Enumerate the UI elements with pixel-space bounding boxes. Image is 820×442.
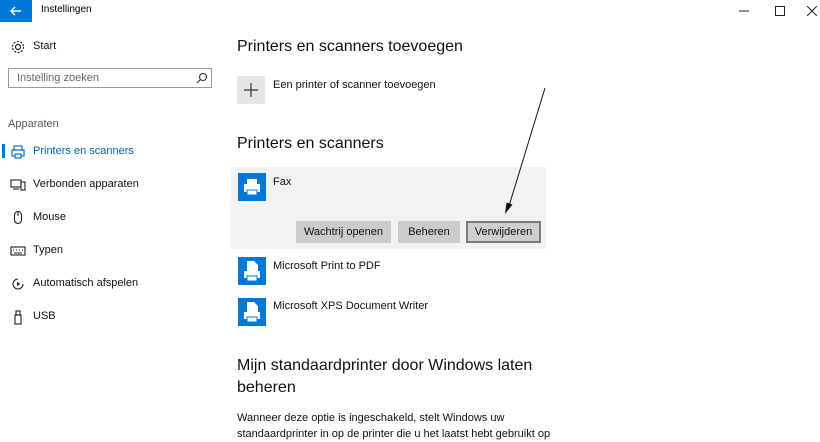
default-section-heading: Mijn standaardprinter door Windows laten	[237, 357, 533, 374]
close-button[interactable]	[794, 0, 820, 22]
back-button[interactable]	[0, 0, 32, 22]
back-arrow-icon	[10, 6, 21, 16]
open-queue-button[interactable]: Wachtrij openen	[296, 221, 391, 243]
sidebar-item-label: Automatisch afspelen	[33, 277, 139, 289]
maximize-button[interactable]	[762, 0, 798, 22]
window-title: Instellingen	[41, 4, 92, 15]
printer-icon	[11, 145, 25, 159]
device-name[interactable]: Fax	[273, 176, 291, 188]
gear-icon	[11, 40, 25, 54]
devices-icon	[10, 179, 26, 191]
search-icon[interactable]	[196, 72, 208, 84]
autoplay-icon	[12, 278, 24, 290]
sidebar-item-autoplay[interactable]: Automatisch afspelen	[0, 273, 222, 295]
sidebar-home-label: Start	[33, 40, 57, 52]
sidebar-home[interactable]: Start	[0, 36, 222, 58]
add-printer-label[interactable]: Een printer of scanner toevoegen	[273, 79, 436, 91]
document-printer-icon	[244, 302, 260, 323]
search-input[interactable]	[9, 69, 197, 87]
device-name[interactable]: Microsoft XPS Document Writer	[273, 300, 428, 312]
manage-button[interactable]: Beheren	[398, 221, 460, 243]
sidebar-item-usb[interactable]: USB	[0, 306, 222, 328]
description-line: Wanneer deze optie is ingeschakeld, stel…	[237, 412, 505, 424]
close-icon	[806, 5, 818, 17]
add-section-heading: Printers en scanners toevoegen	[237, 38, 463, 55]
title-bar: Instellingen	[0, 0, 820, 22]
device-name[interactable]: Microsoft Print to PDF	[273, 260, 381, 272]
mouse-icon	[13, 210, 23, 225]
xps-printer-device-icon[interactable]	[238, 298, 266, 326]
sidebar-item-printers[interactable]: Printers en scanners	[0, 141, 222, 163]
search-box[interactable]	[8, 68, 212, 88]
sidebar-item-typing[interactable]: Typen	[0, 240, 222, 262]
default-section-heading-line2: beheren	[237, 379, 296, 396]
sidebar-item-connected-devices[interactable]: Verbonden apparaten	[0, 174, 222, 196]
fax-icon	[244, 179, 260, 196]
sidebar-group-label: Apparaten	[8, 118, 59, 130]
minimize-button[interactable]	[726, 0, 762, 22]
sidebar-item-label: Mouse	[33, 211, 67, 223]
plus-icon	[244, 83, 258, 97]
sidebar-item-mouse[interactable]: Mouse	[0, 207, 222, 229]
usb-icon	[14, 310, 22, 325]
maximize-icon	[775, 6, 785, 16]
document-printer-icon	[244, 261, 260, 282]
sidebar-item-label: Typen	[33, 244, 63, 256]
list-section-heading: Printers en scanners	[237, 135, 384, 152]
keyboard-icon	[10, 246, 26, 256]
pdf-printer-device-icon[interactable]	[238, 257, 266, 285]
sidebar-item-label: USB	[33, 310, 56, 322]
default-section-description: Wanneer deze optie is ingeschakeld, stel…	[237, 410, 557, 442]
sidebar-item-label: Printers en scanners	[33, 145, 134, 157]
minimize-icon	[739, 10, 749, 12]
fax-device-icon[interactable]	[238, 173, 266, 201]
sidebar-item-label: Verbonden apparaten	[33, 178, 139, 190]
add-printer-button[interactable]	[237, 76, 265, 104]
remove-button[interactable]: Verwijderen	[466, 221, 541, 243]
